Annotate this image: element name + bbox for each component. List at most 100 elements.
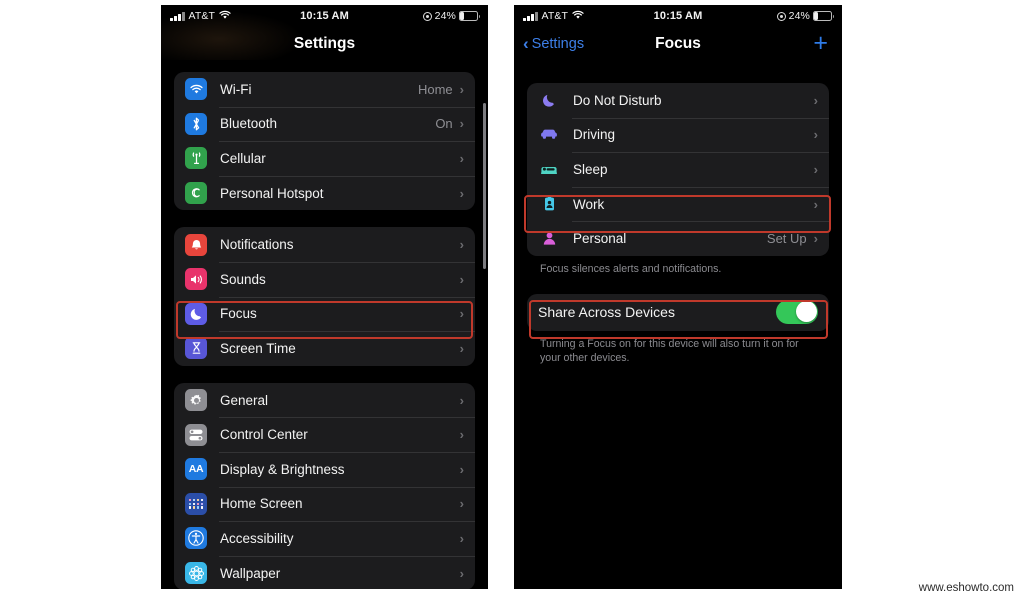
cellular-tower-icon: [185, 147, 207, 170]
share-across-devices-label: Share Across Devices: [538, 304, 675, 321]
settings-row-display-brightness[interactable]: AA Display & Brightness ›: [174, 451, 475, 487]
car-icon: [538, 124, 560, 146]
focus-row-sleep[interactable]: Sleep ›: [527, 152, 829, 187]
left-status-bar: AT&T 10:15 AM 24%: [161, 5, 488, 27]
phone-right-focus-screen: AT&T 10:15 AM 24% ‹ Settings Focus + Do …: [514, 5, 842, 589]
chevron-right-icon: ›: [459, 496, 464, 512]
focus-row-driving[interactable]: Driving ›: [527, 117, 829, 153]
settings-row-accessibility[interactable]: Accessibility ›: [174, 521, 475, 556]
home-screen-icon: [185, 492, 207, 515]
settings-row-control-center[interactable]: Control Center ›: [174, 417, 475, 452]
chevron-right-icon: ›: [459, 81, 464, 97]
hourglass-icon: [185, 337, 207, 360]
chevron-right-icon: ›: [459, 392, 464, 408]
personal-hotspot-icon: [185, 182, 207, 205]
chevron-right-icon: ›: [459, 427, 464, 443]
settings-group-connectivity: Wi-Fi Home › Bluetooth On › Cellular › P…: [174, 72, 475, 211]
clock-label: 10:15 AM: [300, 10, 349, 22]
chevron-right-icon: ›: [813, 161, 818, 177]
add-focus-button[interactable]: +: [813, 31, 842, 56]
settings-row-cellular[interactable]: Cellular ›: [174, 141, 475, 176]
bluetooth-icon: [185, 112, 207, 135]
settings-row-label: Wi-Fi: [220, 81, 252, 97]
bell-icon: [185, 233, 207, 256]
focus-row-do-not-disturb[interactable]: Do Not Disturb ›: [527, 83, 829, 118]
battery-low-icon: [813, 11, 835, 21]
wallpaper-icon: [185, 562, 207, 585]
settings-row-personal-hotspot[interactable]: Personal Hotspot ›: [174, 175, 475, 211]
settings-row-screen-time[interactable]: Screen Time ›: [174, 331, 475, 366]
site-watermark: www.eshowto.com: [918, 582, 1014, 594]
settings-row-label: Bluetooth: [220, 116, 278, 132]
chevron-right-icon: ›: [459, 237, 464, 253]
share-footnote: Turning a Focus on for this device will …: [540, 337, 799, 365]
settings-row-label: Home Screen: [220, 496, 303, 512]
focus-list-group: Do Not Disturb › Driving › Sleep › Work …: [527, 83, 829, 256]
focus-row-label: Work: [573, 196, 605, 212]
gear-icon: [185, 389, 207, 412]
settings-row-home-screen[interactable]: Home Screen ›: [174, 486, 475, 522]
phone-left-settings-screen: AT&T 10:15 AM 24% Settings Wi-Fi Home › …: [161, 5, 488, 589]
page-title: Settings: [293, 34, 356, 52]
location-services-icon: [422, 11, 432, 21]
focus-row-work[interactable]: Work ›: [527, 186, 829, 222]
settings-row-bluetooth[interactable]: Bluetooth On ›: [174, 106, 475, 142]
settings-row-value: On: [435, 116, 453, 132]
settings-row-label: Control Center: [220, 427, 308, 443]
focus-row-personal[interactable]: Personal Set Up ›: [527, 221, 829, 256]
chevron-right-icon: ›: [459, 116, 464, 132]
moon-icon: [185, 302, 207, 325]
back-button-settings[interactable]: ‹ Settings: [514, 33, 585, 53]
location-services-icon: [776, 11, 786, 21]
focus-row-label: Sleep: [573, 161, 608, 177]
id-badge-icon: [538, 193, 560, 215]
settings-row-label: Sounds: [220, 271, 266, 287]
chevron-right-icon: ›: [459, 306, 464, 322]
wifi-icon: [185, 78, 207, 101]
chevron-right-icon: ›: [459, 185, 464, 201]
chevron-right-icon: ›: [813, 231, 818, 247]
settings-group-alerts: Notifications › Sounds › Focus › Screen …: [174, 227, 475, 366]
right-nav-bar: ‹ Settings Focus +: [514, 27, 842, 60]
focus-footnote: Focus silences alerts and notifications.: [540, 262, 722, 275]
chevron-left-icon: ‹: [523, 33, 529, 53]
focus-row-label: Driving: [573, 127, 616, 143]
settings-row-label: Display & Brightness: [220, 461, 345, 477]
settings-row-wallpaper[interactable]: Wallpaper ›: [174, 555, 475, 589]
vertical-scrollbar[interactable]: [482, 103, 486, 269]
chevron-right-icon: ›: [813, 92, 818, 108]
chevron-right-icon: ›: [459, 340, 464, 356]
focus-row-label: Personal: [573, 231, 627, 247]
settings-row-label: Notifications: [220, 237, 294, 253]
settings-row-wifi[interactable]: Wi-Fi Home ›: [174, 72, 475, 107]
share-across-devices-row[interactable]: Share Across Devices: [527, 294, 829, 331]
back-button-label: Settings: [531, 35, 585, 52]
share-across-devices-toggle[interactable]: [776, 299, 818, 325]
chevron-right-icon: ›: [813, 196, 818, 212]
focus-row-value: Set Up: [766, 231, 807, 247]
toggles-icon: [185, 423, 207, 446]
focus-row-label: Do Not Disturb: [573, 92, 662, 108]
battery-low-icon: [459, 11, 481, 21]
moon-icon: [538, 89, 560, 111]
chevron-right-icon: ›: [459, 461, 464, 477]
settings-row-label: Personal Hotspot: [220, 185, 324, 201]
settings-row-sounds[interactable]: Sounds ›: [174, 261, 475, 297]
settings-row-label: General: [220, 392, 269, 408]
settings-row-label: Cellular: [220, 150, 266, 166]
settings-row-focus[interactable]: Focus ›: [174, 296, 475, 332]
settings-group-general: General › Control Center › AA Display & …: [174, 382, 475, 589]
accessibility-icon: [185, 527, 207, 550]
settings-row-label: Screen Time: [220, 340, 296, 356]
app-grid-glyph: [189, 498, 203, 509]
settings-row-notifications[interactable]: Notifications ›: [174, 227, 475, 262]
settings-row-value: Home: [417, 81, 453, 97]
settings-row-label: Wallpaper: [220, 565, 281, 581]
screenshot-canvas: AT&T 10:15 AM 24% Settings Wi-Fi Home › …: [0, 0, 1024, 597]
settings-row-general[interactable]: General ›: [174, 383, 475, 418]
person-icon: [538, 228, 560, 250]
